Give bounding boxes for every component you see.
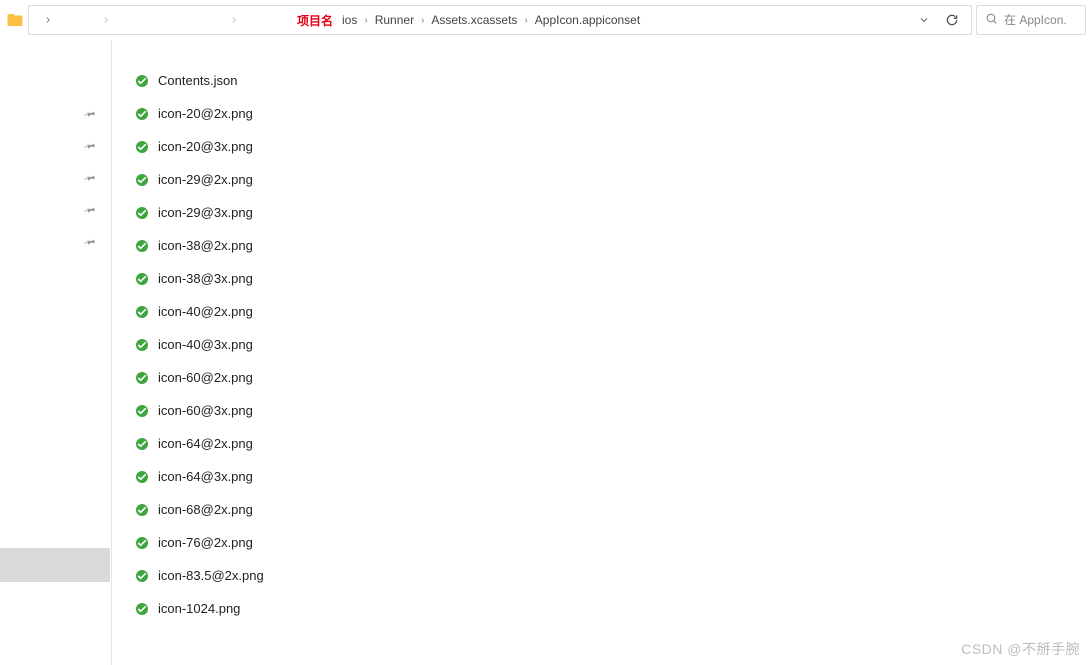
file-row[interactable]: icon-83.5@2x.png [132,559,1092,592]
search-box[interactable] [976,5,1086,35]
file-row[interactable]: Contents.json [132,64,1092,97]
refresh-icon[interactable] [939,6,965,34]
file-name: icon-83.5@2x.png [158,568,264,583]
masked-path-segment [243,12,291,28]
sync-ok-icon [134,205,150,221]
file-name: icon-64@2x.png [158,436,253,451]
sync-ok-icon [134,271,150,287]
file-name: icon-76@2x.png [158,535,253,550]
pin-icon [83,106,100,123]
file-row[interactable]: icon-64@2x.png [132,427,1092,460]
file-row[interactable]: icon-40@3x.png [132,328,1092,361]
file-name: icon-1024.png [158,601,240,616]
toolbar: .. 项目名 ios › Runner › Assets.xcassets › … [0,0,1092,40]
sync-ok-icon [134,106,150,122]
sync-ok-icon [134,73,150,89]
sidebar-pinned-item[interactable] [0,162,111,194]
sync-ok-icon [134,238,150,254]
file-name: icon-64@3x.png [158,469,253,484]
chevron-right-icon: › [522,15,529,26]
file-row[interactable]: icon-20@3x.png [132,130,1092,163]
pin-icon [83,138,100,155]
sync-ok-icon [134,502,150,518]
file-row[interactable]: icon-29@2x.png [132,163,1092,196]
chevron-right-icon: › [362,15,369,26]
file-name: icon-29@3x.png [158,205,253,220]
file-row[interactable]: icon-64@3x.png [132,460,1092,493]
file-name: Contents.json [158,73,238,88]
sync-ok-icon [134,370,150,386]
sidebar-pinned-item[interactable] [0,130,111,162]
file-row[interactable]: icon-20@2x.png [132,97,1092,130]
breadcrumb-segment[interactable]: Assets.xcassets [428,11,520,29]
sidebar-pinned-item[interactable] [0,98,111,130]
file-row[interactable]: icon-40@2x.png [132,295,1092,328]
file-name: icon-40@2x.png [158,304,253,319]
search-input[interactable] [1004,13,1077,27]
pin-icon [83,202,100,219]
sync-ok-icon [134,403,150,419]
sync-ok-icon [134,568,150,584]
sidebar-pinned-item[interactable] [0,194,111,226]
file-name: icon-29@2x.png [158,172,253,187]
file-name: icon-60@2x.png [158,370,253,385]
file-name: icon-38@3x.png [158,271,253,286]
file-name: icon-60@3x.png [158,403,253,418]
file-list: Contents.json icon-20@2x.png icon-20@3x.pn… [132,64,1092,625]
breadcrumb-segment[interactable]: AppIcon.appiconset [532,11,643,29]
breadcrumb-segment[interactable]: Runner [372,11,417,29]
chevron-right-icon[interactable] [37,6,59,34]
sync-ok-icon [134,436,150,452]
annotation-label: 项目名 [293,12,337,29]
file-pane: Contents.json icon-20@2x.png icon-20@3x.pn… [112,40,1092,665]
sidebar-selected-item[interactable] [0,548,110,582]
search-icon [985,12,998,28]
sidebar-pinned-item[interactable] [0,226,111,258]
file-name: icon-40@3x.png [158,337,253,352]
masked-path-segment [115,12,225,28]
file-row[interactable]: icon-60@2x.png [132,361,1092,394]
sync-ok-icon [134,304,150,320]
folder-icon [6,11,24,29]
file-row[interactable]: icon-76@2x.png [132,526,1092,559]
breadcrumb-segment[interactable]: ios [339,11,360,29]
chevron-right-icon [227,6,241,34]
pin-icon [83,234,100,251]
file-name: icon-20@2x.png [158,106,253,121]
file-row[interactable]: icon-60@3x.png [132,394,1092,427]
sync-ok-icon [134,337,150,353]
file-row[interactable]: icon-29@3x.png [132,196,1092,229]
sync-ok-icon [134,172,150,188]
chevron-down-icon[interactable] [911,6,937,34]
file-name: icon-68@2x.png [158,502,253,517]
file-row[interactable]: icon-38@2x.png [132,229,1092,262]
sync-ok-icon [134,601,150,617]
nav-area: .. [35,6,291,34]
file-row[interactable]: icon-38@3x.png [132,262,1092,295]
chevron-right-icon [99,6,113,34]
file-row[interactable]: icon-68@2x.png [132,493,1092,526]
sync-ok-icon [134,469,150,485]
pin-icon [83,170,100,187]
file-name: icon-38@2x.png [158,238,253,253]
chevron-right-icon: › [419,15,426,26]
sidebar [0,40,112,665]
file-row[interactable]: icon-1024.png [132,592,1092,625]
sync-ok-icon [134,535,150,551]
sync-ok-icon [134,139,150,155]
address-bar[interactable]: .. 项目名 ios › Runner › Assets.xcassets › … [28,5,972,35]
masked-path-segment: .. [61,12,97,28]
file-name: icon-20@3x.png [158,139,253,154]
